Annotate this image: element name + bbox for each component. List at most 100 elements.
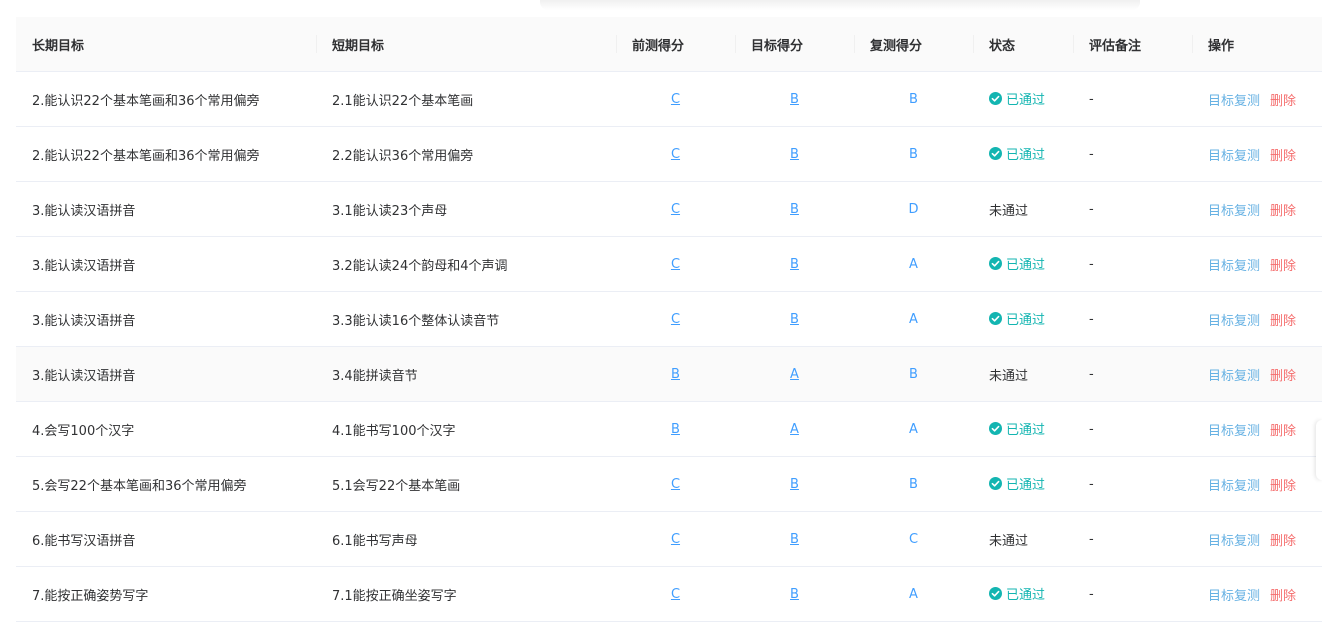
target-score-link[interactable]: B (790, 92, 799, 107)
cell-target-score: A (735, 401, 854, 457)
cell-status: 已通过 (973, 401, 1073, 457)
delete-link[interactable]: 删除 (1270, 94, 1296, 109)
target-score-link[interactable]: B (790, 312, 799, 327)
pre-score-link[interactable]: C (671, 587, 680, 602)
header-status: 状态 (973, 17, 1073, 72)
cell-ops: 目标复测 删除 (1192, 71, 1322, 127)
table-row: 5.会写22个基本笔画和36个常用偏旁 5.1会写22个基本笔画 C B B 已通过 - 目标… (16, 456, 1322, 512)
target-score-link[interactable]: B (790, 257, 799, 272)
delete-link[interactable]: 删除 (1270, 589, 1296, 604)
header-ops: 操作 (1192, 17, 1322, 72)
target-score-link[interactable]: A (790, 367, 799, 382)
cell-note: - (1073, 401, 1192, 457)
pre-score-link[interactable]: C (671, 147, 680, 162)
cell-short-goal: 7.1能按正确坐姿写字 (316, 566, 616, 622)
status-passed: 已通过 (989, 584, 1045, 603)
cell-re-score: B (854, 456, 973, 512)
cell-re-score: A (854, 236, 973, 292)
cell-target-score: B (735, 291, 854, 347)
status-passed: 已通过 (989, 309, 1045, 328)
pre-score-link[interactable]: C (671, 477, 680, 492)
cell-re-score: B (854, 346, 973, 402)
cell-target-score: B (735, 511, 854, 567)
target-score-link[interactable]: B (790, 532, 799, 547)
retest-link[interactable]: 目标复测 (1208, 204, 1260, 219)
table-row: 2.能认识22个基本笔画和36个常用偏旁 2.1能认识22个基本笔画 C B B 已通过 -… (16, 71, 1322, 127)
cell-short-goal: 3.4能拼读音节 (316, 346, 616, 402)
side-drawer-handle[interactable] (1316, 420, 1322, 480)
retest-link[interactable]: 目标复测 (1208, 149, 1260, 164)
retest-link[interactable]: 目标复测 (1208, 534, 1260, 549)
pre-score-link[interactable]: C (671, 257, 680, 272)
check-circle-icon (989, 147, 1002, 160)
table-row: 4.会写100个汉字 4.1能书写100个汉字 B A A 已通过 - 目标复测 删除 (16, 401, 1322, 457)
pre-score-link[interactable]: B (671, 367, 680, 382)
header-target-score: 目标得分 (735, 17, 854, 72)
cell-ops: 目标复测 删除 (1192, 401, 1322, 457)
status-text: 已通过 (1006, 148, 1046, 163)
pre-score-link[interactable]: C (671, 312, 680, 327)
cell-target-score: B (735, 566, 854, 622)
status-text: 已通过 (1006, 93, 1046, 108)
delete-link[interactable]: 删除 (1270, 149, 1296, 164)
target-score-link[interactable]: B (790, 147, 799, 162)
cell-long-goal: 2.能认识22个基本笔画和36个常用偏旁 (16, 126, 316, 182)
pre-score-link[interactable]: C (671, 92, 680, 107)
status-failed: 未通过 (989, 203, 1029, 219)
header-re-score: 复测得分 (854, 17, 973, 72)
cell-status: 未通过 (973, 511, 1073, 567)
cell-ops: 目标复测 删除 (1192, 126, 1322, 182)
retest-link[interactable]: 目标复测 (1208, 259, 1260, 274)
table-row: 3.能认读汉语拼音 3.1能认读23个声母 C B D 未通过 - 目标复测 删除 (16, 181, 1322, 237)
target-score-link[interactable]: B (790, 477, 799, 492)
page: 长期目标 短期目标 前测得分 目标得分 复测得分 状态 评估备注 操作 2.能认… (0, 0, 1322, 622)
cell-status: 已通过 (973, 456, 1073, 512)
cell-note: - (1073, 566, 1192, 622)
table-row: 3.能认读汉语拼音 3.4能拼读音节 B A B 未通过 - 目标复测 删除 (16, 346, 1322, 402)
cell-status: 已通过 (973, 71, 1073, 127)
cell-target-score: B (735, 126, 854, 182)
cell-status: 未通过 (973, 181, 1073, 237)
status-passed: 已通过 (989, 144, 1045, 163)
retest-link[interactable]: 目标复测 (1208, 314, 1260, 329)
cell-short-goal: 6.1能书写声母 (316, 511, 616, 567)
cell-status: 已通过 (973, 566, 1073, 622)
check-circle-icon (989, 477, 1002, 490)
cell-short-goal: 3.3能认读16个整体认读音节 (316, 291, 616, 347)
table-row: 3.能认读汉语拼音 3.2能认读24个韵母和4个声调 C B A 已通过 - 目标复测 删除 (16, 236, 1322, 292)
delete-link[interactable]: 删除 (1270, 369, 1296, 384)
retest-link[interactable]: 目标复测 (1208, 479, 1260, 494)
check-circle-icon (989, 587, 1002, 600)
retest-link[interactable]: 目标复测 (1208, 369, 1260, 384)
retest-link[interactable]: 目标复测 (1208, 424, 1260, 439)
cell-re-score: B (854, 71, 973, 127)
cell-target-score: B (735, 236, 854, 292)
target-score-link[interactable]: B (790, 202, 799, 217)
retest-link[interactable]: 目标复测 (1208, 589, 1260, 604)
re-score-value: B (909, 366, 918, 382)
delete-link[interactable]: 删除 (1270, 424, 1296, 439)
delete-link[interactable]: 删除 (1270, 479, 1296, 494)
re-score-value: A (909, 421, 918, 437)
delete-link[interactable]: 删除 (1270, 259, 1296, 274)
top-shadow (540, 0, 1140, 10)
pre-score-link[interactable]: C (671, 202, 680, 217)
target-score-link[interactable]: B (790, 587, 799, 602)
cell-long-goal: 2.能认识22个基本笔画和36个常用偏旁 (16, 71, 316, 127)
pre-score-link[interactable]: B (671, 422, 680, 437)
status-passed: 已通过 (989, 419, 1045, 438)
cell-short-goal: 2.2能认识36个常用偏旁 (316, 126, 616, 182)
cell-long-goal: 4.会写100个汉字 (16, 401, 316, 457)
cell-target-score: B (735, 181, 854, 237)
cell-short-goal: 2.1能认识22个基本笔画 (316, 71, 616, 127)
retest-link[interactable]: 目标复测 (1208, 94, 1260, 109)
status-text: 已通过 (1006, 258, 1046, 273)
cell-re-score: B (854, 126, 973, 182)
delete-link[interactable]: 删除 (1270, 534, 1296, 549)
delete-link[interactable]: 删除 (1270, 314, 1296, 329)
cell-short-goal: 3.1能认读23个声母 (316, 181, 616, 237)
pre-score-link[interactable]: C (671, 532, 680, 547)
delete-link[interactable]: 删除 (1270, 204, 1296, 219)
cell-note: - (1073, 346, 1192, 402)
target-score-link[interactable]: A (790, 422, 799, 437)
